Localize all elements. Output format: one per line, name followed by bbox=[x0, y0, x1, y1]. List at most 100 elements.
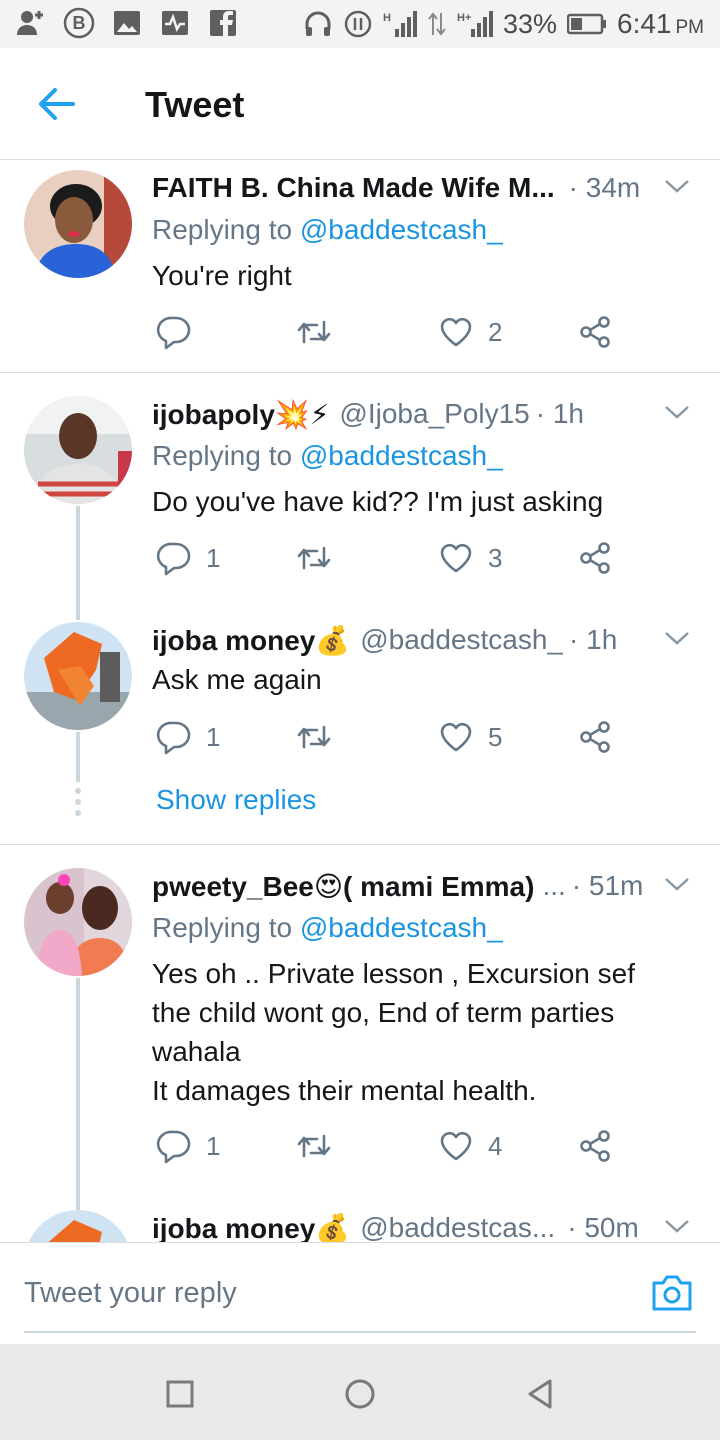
tweet-text: Ask me again bbox=[152, 664, 322, 695]
svg-text:B: B bbox=[73, 13, 86, 33]
svg-text:H: H bbox=[383, 12, 391, 24]
tweet-text: Yes oh .. Private lesson , Excursion sef… bbox=[152, 958, 635, 1106]
replying-to: Replying to @baddestcash_ bbox=[152, 912, 503, 943]
like-button[interactable]: 4 bbox=[438, 1126, 502, 1166]
author-handle[interactable]: @baddestcash_ bbox=[360, 624, 563, 656]
tweet-item[interactable]: FAITH B. China Made Wife M... · 34m Repl… bbox=[0, 160, 720, 372]
reply-input[interactable]: Tweet your reply bbox=[24, 1277, 237, 1310]
data-transfer-icon bbox=[428, 12, 446, 36]
retweet-button[interactable] bbox=[296, 717, 346, 757]
data-saver-icon bbox=[344, 10, 372, 38]
divider bbox=[0, 372, 720, 373]
avatar[interactable] bbox=[24, 868, 132, 976]
back-button[interactable] bbox=[30, 82, 82, 126]
avatar[interactable] bbox=[24, 170, 132, 278]
tweet-header: ijobapoly💥⚡ @Ijoba_Poly15 · 1h bbox=[152, 394, 696, 434]
author-name[interactable]: pweety_Bee😍( mami Emma) bbox=[152, 870, 534, 903]
bitcoin-icon: B bbox=[62, 6, 96, 40]
mention-link[interactable]: @baddestcash_ bbox=[300, 912, 503, 943]
mention-link[interactable]: @baddestcash_ bbox=[300, 440, 503, 471]
share-icon bbox=[580, 542, 610, 574]
show-replies-link[interactable]: Show replies bbox=[156, 784, 316, 816]
input-underline bbox=[24, 1331, 696, 1333]
tweet-actions: 1 5 bbox=[152, 717, 632, 757]
tweet-item[interactable]: ijoba money💰 @baddestcash_ · 1h Ask me a… bbox=[0, 612, 720, 844]
tweet-time: · 1h bbox=[569, 624, 618, 655]
tweet-text: Do you've have kid?? I'm just asking bbox=[152, 486, 604, 517]
retweet-icon bbox=[297, 1134, 331, 1158]
heart-icon bbox=[440, 317, 472, 347]
tweet-header: pweety_Bee😍( mami Emma) ... · 51m bbox=[152, 866, 696, 906]
author-handle[interactable]: @Ijoba_Poly15 bbox=[339, 398, 529, 430]
reply-button[interactable]: 1 bbox=[156, 717, 220, 757]
retweet-button[interactable] bbox=[296, 538, 346, 578]
chevron-down-icon[interactable] bbox=[662, 626, 692, 650]
clock: 6:41 PM bbox=[617, 8, 704, 39]
reply-composer: Tweet your reply bbox=[0, 1242, 720, 1344]
retweet-icon bbox=[297, 320, 331, 344]
heart-icon bbox=[440, 722, 472, 752]
like-button[interactable]: 5 bbox=[438, 717, 502, 757]
home-circle-icon[interactable] bbox=[342, 1376, 378, 1412]
author-name[interactable]: ijobapoly💥⚡ bbox=[152, 398, 329, 431]
reply-bubble-icon bbox=[156, 1130, 191, 1164]
author-name[interactable]: FAITH B. China Made Wife M... bbox=[152, 172, 555, 204]
reply-button[interactable]: 1 bbox=[156, 538, 220, 578]
share-button[interactable] bbox=[578, 1126, 614, 1166]
signal-hplus-icon: H+ bbox=[457, 11, 493, 37]
page-title: Tweet bbox=[145, 84, 245, 125]
chevron-down-icon[interactable] bbox=[662, 872, 692, 896]
system-nav-bar bbox=[0, 1344, 720, 1440]
share-button[interactable] bbox=[578, 717, 614, 757]
chevron-down-icon[interactable] bbox=[662, 400, 692, 424]
mention-link[interactable]: @baddestcash_ bbox=[300, 214, 503, 245]
arrow-left-icon bbox=[39, 88, 75, 120]
camera-button[interactable] bbox=[650, 1273, 694, 1313]
tweet-feed[interactable]: FAITH B. China Made Wife M... · 34m Repl… bbox=[0, 160, 720, 1242]
replying-to: Replying to @baddestcash_ bbox=[152, 214, 503, 245]
tweet-header: FAITH B. China Made Wife M... · 34m bbox=[152, 168, 696, 208]
tweet-actions: 1 4 bbox=[152, 1126, 632, 1166]
app-header: Tweet bbox=[0, 48, 720, 160]
recents-square-icon[interactable] bbox=[162, 1376, 198, 1412]
retweet-button[interactable] bbox=[296, 312, 346, 352]
svg-text:H+: H+ bbox=[457, 12, 471, 24]
reply-bubble-icon bbox=[156, 316, 191, 350]
chevron-down-icon[interactable] bbox=[662, 1214, 692, 1238]
tweet-item[interactable]: ijoba money💰 @baddestcas... · 50m bbox=[0, 1198, 720, 1242]
author-name[interactable]: ijoba money💰 bbox=[152, 624, 350, 657]
author-name[interactable]: ijoba money💰 bbox=[152, 1212, 350, 1243]
share-button[interactable] bbox=[578, 312, 614, 352]
share-button[interactable] bbox=[578, 538, 614, 578]
reply-button[interactable] bbox=[156, 312, 206, 352]
tweet-header: ijoba money💰 @baddestcash_ · 1h bbox=[152, 620, 696, 660]
tweet-text: You're right bbox=[152, 260, 292, 291]
reply-button[interactable]: 1 bbox=[156, 1126, 220, 1166]
signal-h-icon: H bbox=[383, 11, 417, 37]
like-button[interactable]: 2 bbox=[438, 312, 502, 352]
reply-bubble-icon bbox=[156, 721, 191, 755]
like-button[interactable]: 3 bbox=[438, 538, 502, 578]
author-handle[interactable]: @baddestcas... bbox=[360, 1212, 555, 1242]
back-triangle-icon[interactable] bbox=[522, 1376, 558, 1412]
avatar[interactable] bbox=[24, 1210, 132, 1242]
facebook-icon bbox=[206, 6, 240, 40]
author-handle[interactable]: ... bbox=[542, 870, 565, 902]
status-bar: B H H+ 33% 6:41 PM bbox=[0, 0, 720, 48]
replying-to: Replying to @baddestcash_ bbox=[152, 440, 503, 471]
avatar[interactable] bbox=[24, 622, 132, 730]
retweet-button[interactable] bbox=[296, 1126, 346, 1166]
tweet-time: · 1h bbox=[535, 398, 584, 429]
tweet-item[interactable]: ijobapoly💥⚡ @Ijoba_Poly15 · 1h Replying … bbox=[0, 386, 720, 596]
retweet-icon bbox=[297, 725, 331, 749]
tweet-item[interactable]: pweety_Bee😍( mami Emma) ... · 51m Replyi… bbox=[0, 858, 720, 1198]
heart-icon bbox=[440, 1131, 472, 1161]
battery-percent: 33% bbox=[502, 8, 557, 39]
chevron-down-icon[interactable] bbox=[662, 174, 692, 198]
heart-icon bbox=[440, 543, 472, 573]
avatar[interactable] bbox=[24, 396, 132, 504]
add-contact-icon bbox=[14, 6, 48, 40]
activity-icon bbox=[158, 6, 192, 40]
headphones-icon bbox=[305, 11, 331, 36]
divider bbox=[0, 844, 720, 845]
